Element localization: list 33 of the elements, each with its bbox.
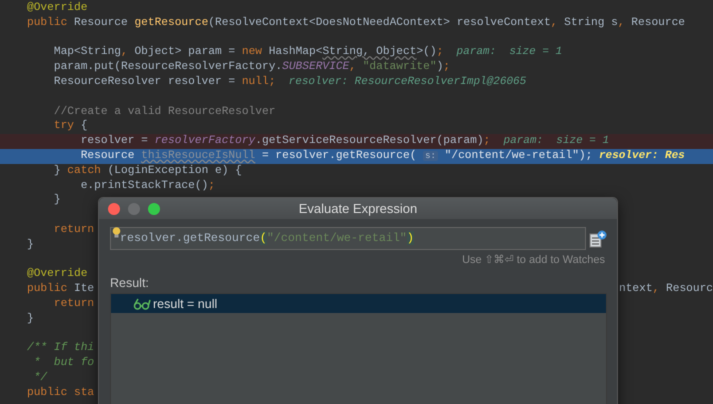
code-line: //Create a valid ResourceResolver xyxy=(52,106,276,118)
code-line: try { xyxy=(52,120,88,132)
code-line: } xyxy=(52,194,61,206)
watches-hint: Use ⇧⌘⏎ to add to Watches xyxy=(462,254,605,266)
code-line: ResourceResolver resolver = null; resolver: ResourceResolverImpl@26065 xyxy=(52,76,528,88)
dialog-title: Evaluate Expression xyxy=(298,201,418,216)
lightbulb-icon[interactable] xyxy=(112,227,121,238)
zoom-button[interactable] xyxy=(148,202,160,214)
close-button[interactable] xyxy=(108,202,120,214)
code-line: resolver = resolverFactory.getServiceResourceResolver(param); param: size = 1 xyxy=(80,135,610,148)
code-line: public Resource getResource(ResolveContext<DoesNotNeedAContext> resolveContext, String s, Resource xyxy=(27,16,686,29)
code-line: @Override xyxy=(27,268,88,280)
code-line: } xyxy=(27,238,34,251)
code-line: param.put(ResourceResolverFactory.SUBSERVICE, "datawrite"); xyxy=(52,61,450,74)
add-watch-icon[interactable] xyxy=(589,230,607,248)
result-label: Result: xyxy=(110,276,149,290)
code-line: return xyxy=(52,224,94,236)
code-line: Map<String, Object> param = new HashMap<String, Object>(); param: size = 1 xyxy=(52,46,564,58)
code-line: public sta xyxy=(27,386,94,399)
code-line: Resource thisResouceIsNull = resolver.getResource( s: "/content/we-retail"); resolver: Res xyxy=(80,150,686,162)
code-line: return xyxy=(52,298,94,310)
expression-field[interactable]: resolver.getResource("/content/we-retail") xyxy=(110,227,586,250)
code-line: e.printStackTrace(); xyxy=(80,180,215,192)
code-line: /** If thi xyxy=(27,342,94,354)
code-line: */ xyxy=(32,372,48,384)
code-line: } catch (LoginException e) { xyxy=(52,164,242,177)
code-line: } xyxy=(27,312,34,325)
code-line: @Override xyxy=(27,2,88,14)
code-line: * but fo xyxy=(32,357,94,370)
code-fragment: ntext, Resourc xyxy=(619,282,713,297)
glasses-icon xyxy=(133,298,151,310)
code-line: public Ite xyxy=(27,283,94,296)
result-row[interactable]: result = null xyxy=(111,294,606,313)
